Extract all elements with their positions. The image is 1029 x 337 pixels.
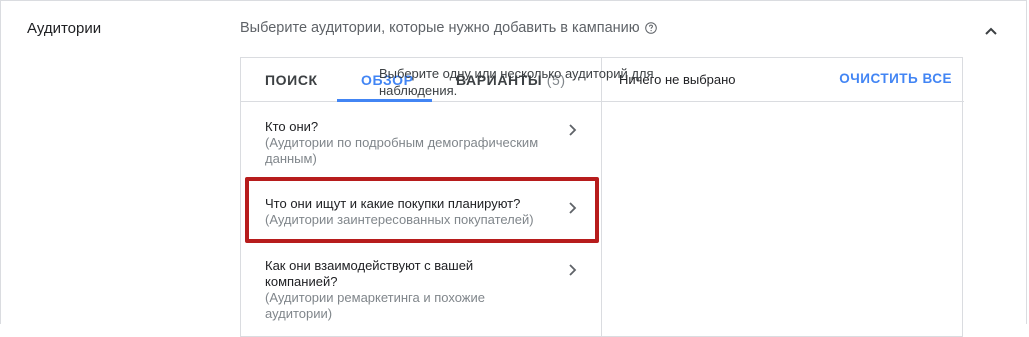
browse-item-in-market[interactable]: Что они ищут и какие покупки планируют? … <box>265 196 575 228</box>
audiences-card: Аудитории Выберите аудитории, которые ну… <box>0 0 1027 337</box>
chevron-up-icon[interactable] <box>981 21 1001 41</box>
browse-item-subtitle: (Аудитории по подробным демографическим … <box>265 135 539 166</box>
browse-item-remarketing[interactable]: Как они взаимодействуют с вашей компание… <box>265 258 535 322</box>
browse-column: ПОИСК ОБЗОР ВАРИАНТЫ (5) Кто они? (Аудит… <box>241 58 602 336</box>
selection-hint: Выберите одну или несколько аудиторий дл… <box>379 66 654 98</box>
clear-all-button[interactable]: ОЧИСТИТЬ ВСЕ <box>839 71 952 86</box>
audience-picker: ПОИСК ОБЗОР ВАРИАНТЫ (5) Кто они? (Аудит… <box>240 57 964 337</box>
help-circle-icon[interactable] <box>644 22 657 34</box>
browse-item-title: Как они взаимодействуют с вашей компание… <box>265 258 474 289</box>
tab-search[interactable]: ПОИСК <box>265 58 318 102</box>
chevron-right-icon[interactable] <box>565 263 579 277</box>
section-title: Аудитории <box>27 20 102 37</box>
chevron-right-icon[interactable] <box>565 123 579 137</box>
instruction-text: Выберите аудитории, которые нужно добави… <box>240 20 640 36</box>
browse-item-who[interactable]: Кто они? (Аудитории по подробным демогра… <box>265 119 575 167</box>
section-instruction: Выберите аудитории, которые нужно добави… <box>240 20 657 36</box>
browse-item-title: Кто они? <box>265 119 319 134</box>
browse-item-subtitle: (Аудитории заинтересованных покупателей) <box>265 212 534 227</box>
active-tab-indicator <box>337 99 432 102</box>
browse-item-title: Что они ищут и какие покупки планируют? <box>265 196 521 211</box>
chevron-right-icon[interactable] <box>565 201 579 215</box>
browse-item-subtitle: (Аудитории ремаркетинга и похожие аудито… <box>265 290 485 321</box>
